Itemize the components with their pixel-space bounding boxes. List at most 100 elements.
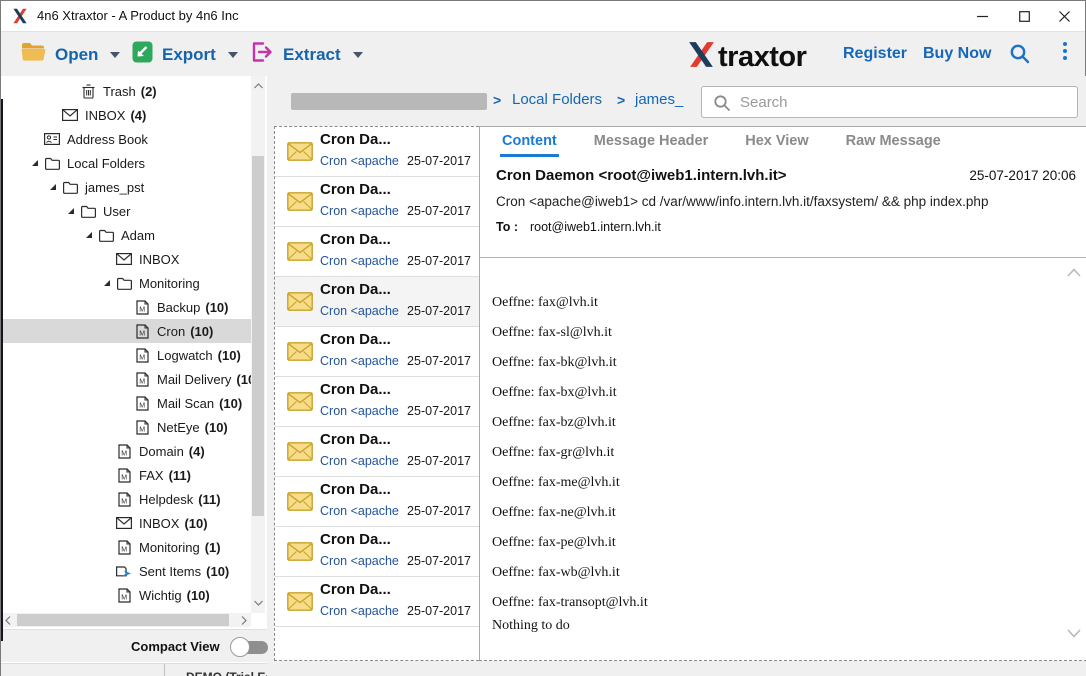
- export-dropdown-caret-icon[interactable]: [228, 52, 238, 58]
- email-list-item[interactable]: Cron Da...Cron <apache25-07-2017: [275, 527, 479, 577]
- scroll-down-icon[interactable]: [251, 595, 265, 611]
- tree-item-sent-items[interactable]: Sent Items(10): [1, 559, 251, 583]
- email-list-item[interactable]: Cron Da...Cron <apache25-07-2017: [275, 427, 479, 477]
- sidebar-horizontal-scrollbar[interactable]: [1, 613, 251, 627]
- scrollbar-thumb[interactable]: [252, 156, 264, 516]
- search-icon[interactable]: [1009, 43, 1031, 70]
- scroll-right-icon[interactable]: [237, 612, 251, 628]
- close-button[interactable]: [1047, 1, 1081, 31]
- tree-item-trash[interactable]: Trash(2): [1, 79, 251, 103]
- tree-item-mail-scan[interactable]: MMail Scan(10): [1, 391, 251, 415]
- tree-item-mail-delivery[interactable]: MMail Delivery(10): [1, 367, 251, 391]
- email-from: Cron <apache: [320, 454, 413, 468]
- export-button[interactable]: Export: [132, 32, 238, 77]
- extract-dropdown-caret-icon[interactable]: [353, 52, 363, 58]
- mail-file-icon: M: [133, 347, 151, 363]
- tree-item-count: (2): [141, 84, 157, 99]
- tree-expander-icon[interactable]: [63, 203, 79, 219]
- breadcrumb-james[interactable]: james_: [635, 91, 683, 108]
- email-list-item[interactable]: Cron Da...Cron <apache25-07-2017: [275, 577, 479, 627]
- scroll-left-icon[interactable]: [1, 612, 15, 628]
- svg-text:M: M: [121, 450, 127, 457]
- tree-item-wichtig[interactable]: MWichtig(10): [1, 583, 251, 607]
- tab-content[interactable]: Content: [500, 127, 559, 157]
- search-box: [701, 86, 1078, 118]
- email-list-item[interactable]: Cron Da...Cron <apache25-07-2017: [275, 227, 479, 277]
- email-date: 25-07-2017: [407, 154, 471, 168]
- tree-item-james-pst[interactable]: james_pst: [1, 175, 251, 199]
- tree-item-count: (10): [190, 324, 213, 339]
- tree-expander-slot: [117, 299, 133, 315]
- tree-item-inbox[interactable]: INBOX: [1, 247, 251, 271]
- tree-item-cron[interactable]: MCron(10): [1, 319, 251, 343]
- mail-file-icon: M: [115, 443, 133, 459]
- tree-expander-slot: [45, 107, 61, 123]
- tree-expander-slot: [99, 467, 115, 483]
- tree-expander-icon[interactable]: [45, 179, 61, 195]
- status-text: DEMO (Trial Edition): [186, 670, 267, 676]
- tree-item-label: Monitoring: [139, 540, 200, 555]
- tree-item-domain[interactable]: MDomain(4): [1, 439, 251, 463]
- tree-item-user[interactable]: User: [1, 199, 251, 223]
- minimize-button[interactable]: [965, 1, 999, 31]
- tree-item-logwatch[interactable]: MLogwatch(10): [1, 343, 251, 367]
- body-scroll-down-icon[interactable]: [1067, 625, 1081, 643]
- tree-expander-icon[interactable]: [27, 155, 43, 171]
- tree-item-count: (10): [219, 396, 242, 411]
- tree-item-label: Domain: [139, 444, 184, 459]
- tree-item-inbox[interactable]: INBOX(10): [1, 511, 251, 535]
- tree-item-inbox[interactable]: INBOX(4): [1, 103, 251, 127]
- breadcrumb-local-folders[interactable]: Local Folders: [512, 91, 602, 108]
- open-folder-icon: [21, 42, 46, 67]
- tree-item-address-book[interactable]: Address Book: [1, 127, 251, 151]
- tab-hex-view[interactable]: Hex View: [743, 127, 810, 157]
- tab-raw-message[interactable]: Raw Message: [844, 127, 943, 157]
- maximize-button[interactable]: [1007, 1, 1041, 31]
- body-line: Nothing to do: [492, 618, 1086, 634]
- open-button[interactable]: Open: [21, 32, 120, 77]
- email-list-item[interactable]: Cron Da...Cron <apache25-07-2017: [275, 177, 479, 227]
- buy-now-link[interactable]: Buy Now: [923, 45, 991, 63]
- email-subject: Cron Da...: [320, 581, 391, 598]
- tab-message-header[interactable]: Message Header: [592, 127, 710, 157]
- email-list-item[interactable]: Cron Da...Cron <apache25-07-2017: [275, 477, 479, 527]
- tree-item-neteye[interactable]: MNetEye(10): [1, 415, 251, 439]
- open-button-label: Open: [55, 45, 98, 65]
- email-from: Cron <apache: [320, 554, 413, 568]
- email-subject: Cron Da...: [320, 331, 391, 348]
- compact-view-toggle[interactable]: [230, 637, 268, 657]
- scrollbar-thumb[interactable]: [17, 614, 229, 626]
- open-dropdown-caret-icon[interactable]: [110, 52, 120, 58]
- kebab-menu-icon[interactable]: [1059, 42, 1071, 60]
- tree-item-fax[interactable]: MFAX(11): [1, 463, 251, 487]
- tree-expander-icon[interactable]: [81, 227, 97, 243]
- tree-item-monitoring[interactable]: Monitoring: [1, 271, 251, 295]
- search-box-magnifier-icon: [713, 94, 731, 117]
- svg-text:M: M: [139, 426, 145, 433]
- tree-item-adam[interactable]: Adam: [1, 223, 251, 247]
- email-list-item[interactable]: Cron Da...Cron <apache25-07-2017: [275, 327, 479, 377]
- body-scroll-up-icon[interactable]: [1067, 264, 1081, 282]
- tree-item-monitoring[interactable]: MMonitoring(1): [1, 535, 251, 559]
- address-book-icon: [43, 131, 61, 147]
- email-list-item[interactable]: Cron Da...Cron <apache25-07-2017: [275, 377, 479, 427]
- email-envelope-icon: [287, 492, 313, 516]
- sidebar-vertical-scrollbar[interactable]: [251, 76, 265, 613]
- envelope-icon: [115, 251, 133, 267]
- search-input[interactable]: [740, 91, 1070, 113]
- tree-item-helpdesk[interactable]: MHelpdesk(11): [1, 487, 251, 511]
- tree-item-local-folders[interactable]: Local Folders: [1, 151, 251, 175]
- scroll-up-icon[interactable]: [251, 78, 265, 94]
- email-list-item[interactable]: Cron Da...Cron <apache25-07-2017: [275, 277, 479, 327]
- svg-text:M: M: [121, 546, 127, 553]
- tree-item-backup[interactable]: MBackup(10): [1, 295, 251, 319]
- extract-button[interactable]: Extract: [249, 32, 363, 77]
- email-envelope-icon: [287, 392, 313, 416]
- to-value: root@iweb1.intern.lvh.it: [530, 220, 661, 234]
- svg-text:M: M: [121, 498, 127, 505]
- register-link[interactable]: Register: [843, 45, 907, 63]
- message-content-pane: Content Message Header Hex View Raw Message…: [479, 126, 1086, 661]
- email-list-item[interactable]: Cron Da...Cron <apache25-07-2017: [275, 127, 479, 177]
- tree-expander-icon[interactable]: [99, 275, 115, 291]
- xtraxtor-logo-text: traxtor: [718, 41, 806, 74]
